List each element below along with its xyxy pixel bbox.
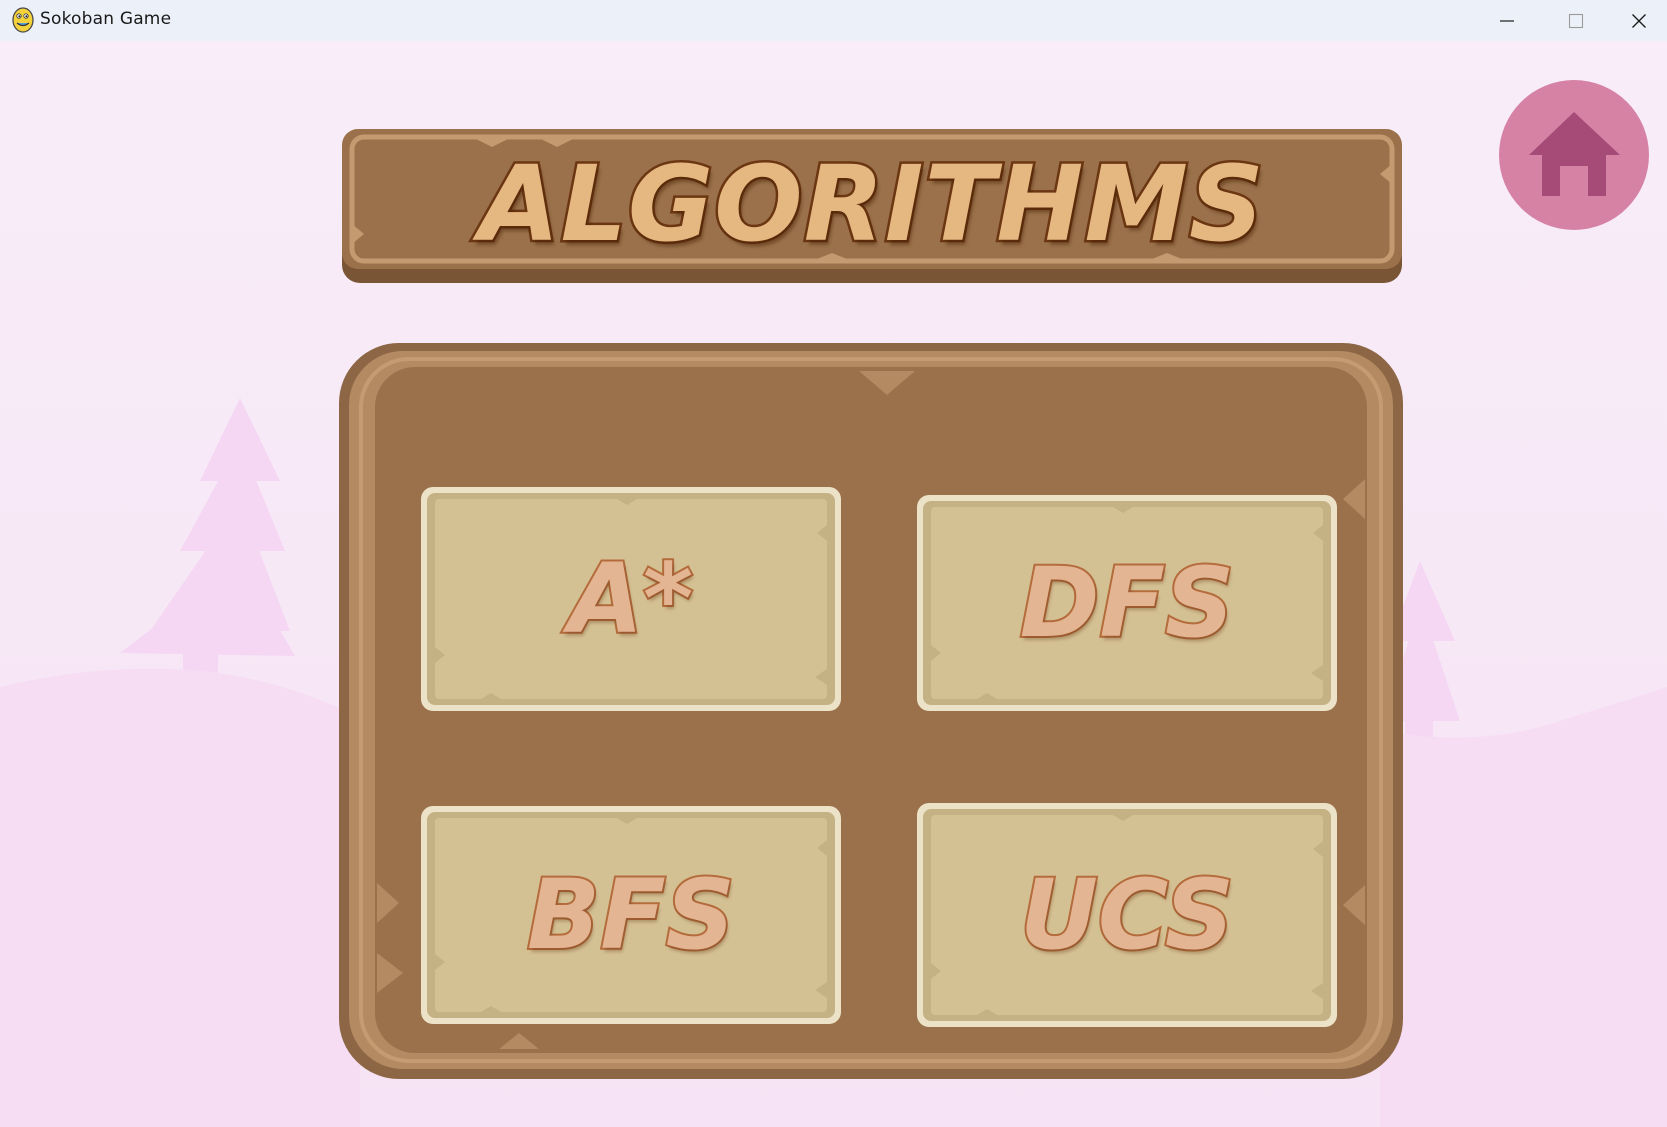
algorithm-button-bfs[interactable]: BFS	[421, 806, 841, 1024]
window-title: Sokoban Game	[40, 9, 172, 29]
title-bar[interactable]: Sokoban Game	[0, 0, 1667, 41]
sokoban-window: Sokoban Game ALGORITHMS A* DFS BFS UCS	[0, 0, 1667, 1127]
game-canvas: ALGORITHMS A* DFS BFS UCS	[0, 41, 1667, 1127]
right-hill	[1380, 687, 1667, 1127]
heading-plank: ALGORITHMS	[342, 129, 1402, 285]
algorithm-label: BFS	[525, 857, 737, 973]
minimize-icon	[1500, 19, 1514, 22]
algorithm-label: DFS	[1018, 545, 1236, 661]
minimize-button[interactable]	[1473, 0, 1541, 41]
home-icon	[1499, 80, 1649, 230]
algorithm-button-ucs[interactable]: UCS	[917, 803, 1337, 1027]
algorithm-button-a-star[interactable]: A*	[421, 487, 841, 711]
algorithm-board: A* DFS BFS UCS	[339, 343, 1403, 1081]
maximize-button[interactable]	[1542, 0, 1610, 41]
close-icon	[1632, 13, 1646, 28]
left-hill	[0, 668, 360, 1127]
pygame-snake-icon	[12, 7, 34, 33]
home-button[interactable]	[1499, 80, 1649, 230]
page-title: ALGORITHMS	[477, 141, 1267, 268]
maximize-icon	[1568, 13, 1584, 28]
algorithm-label: UCS	[1018, 857, 1236, 973]
algorithm-button-dfs[interactable]: DFS	[917, 495, 1337, 711]
algorithm-label: A*	[567, 541, 696, 657]
close-button[interactable]	[1611, 0, 1667, 41]
